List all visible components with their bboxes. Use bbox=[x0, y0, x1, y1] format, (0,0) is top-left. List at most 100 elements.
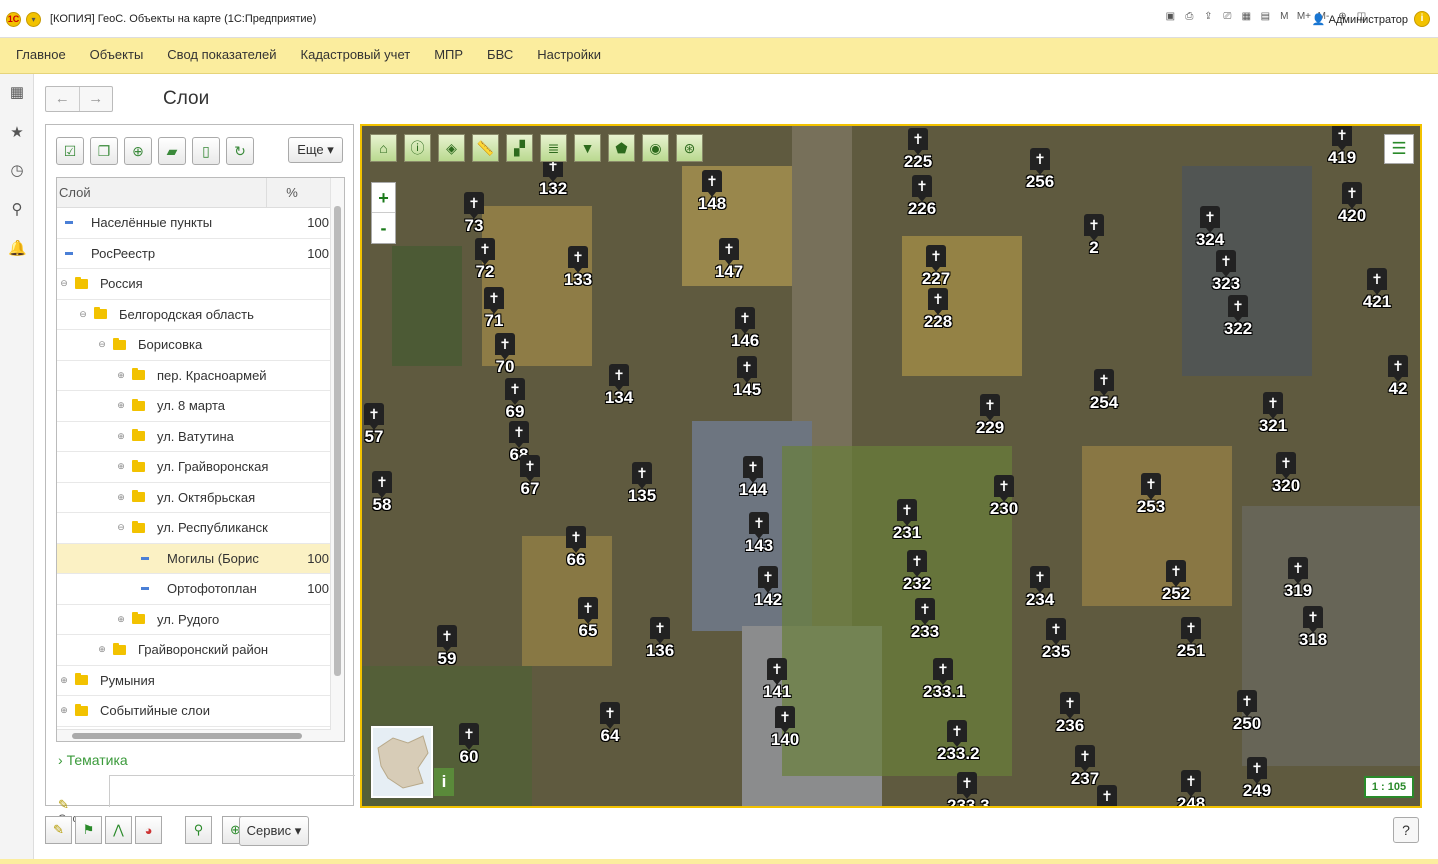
grave-marker[interactable]: ✝ 42 bbox=[1378, 355, 1418, 399]
grave-marker[interactable]: ✝ 58 bbox=[362, 471, 402, 515]
calculator-icon[interactable]: ▦ bbox=[1240, 11, 1253, 22]
grave-marker[interactable]: ✝ 234 bbox=[1020, 566, 1060, 610]
calendar-icon[interactable]: ▤ bbox=[1259, 11, 1272, 22]
area-ruler-icon[interactable]: ▞ bbox=[506, 134, 533, 162]
grave-marker[interactable]: ✝ 230 bbox=[984, 475, 1024, 519]
section-bvs[interactable]: БВС bbox=[475, 38, 525, 73]
upload-icon[interactable]: ⇪ bbox=[1202, 11, 1215, 22]
grave-marker[interactable]: ✝ 229 bbox=[970, 394, 1010, 438]
expand-icon[interactable]: ⊕ bbox=[116, 431, 126, 442]
overview-map[interactable] bbox=[371, 726, 433, 798]
grave-marker[interactable]: ✝ 256 bbox=[1020, 148, 1060, 192]
section-main[interactable]: Главное bbox=[4, 38, 78, 73]
grave-marker[interactable]: ✝ 69 bbox=[495, 378, 535, 422]
table-row[interactable]: ⊕ ул. Рудого bbox=[57, 605, 331, 635]
expand-icon[interactable]: ⊕ bbox=[59, 675, 69, 686]
grave-marker[interactable]: ✝ 419 bbox=[1322, 126, 1362, 168]
grave-marker[interactable]: ✝ 236 bbox=[1050, 692, 1090, 736]
grave-marker[interactable]: ✝ 66 bbox=[556, 526, 596, 570]
history-icon[interactable]: ◷ bbox=[8, 162, 26, 180]
table-row[interactable]: Населённые пункты 100 bbox=[57, 208, 331, 239]
grave-marker[interactable]: ✝ 60 bbox=[449, 723, 489, 767]
user-name[interactable]: 👤 Администратор bbox=[1312, 13, 1408, 26]
print-preview-icon[interactable]: ⎚ bbox=[1221, 11, 1234, 22]
grave-marker[interactable]: ✝ 321 bbox=[1253, 392, 1293, 436]
column-layer[interactable]: Слой bbox=[57, 178, 267, 207]
table-row[interactable]: ⊕ ул. Октябрьская bbox=[57, 483, 331, 513]
map-view[interactable]: ✝ 225 ✝ 256 ✝ 419 ✝ 226 ✝ 420 ✝ 148 ✝ 73 ✝ 132 ✝ 324 ✝ 72 ✝ 1… bbox=[360, 124, 1422, 808]
grave-marker[interactable]: ✝ 252 bbox=[1156, 560, 1196, 604]
grave-marker[interactable]: ✝ 147 bbox=[709, 238, 749, 282]
collapse-icon[interactable]: ⊖ bbox=[116, 522, 126, 533]
expand-icon[interactable]: ⊕ bbox=[116, 461, 126, 472]
grave-marker[interactable]: ✝ 67 bbox=[510, 455, 550, 499]
table-row[interactable]: ⊖ Россия bbox=[57, 269, 331, 300]
document-icon[interactable]: ▯ bbox=[192, 137, 220, 165]
grave-marker[interactable]: ✝ 225 bbox=[898, 128, 938, 172]
grave-marker[interactable]: ✝ 233 bbox=[905, 598, 945, 642]
apps-grid-icon[interactable]: ▦ bbox=[8, 84, 26, 102]
table-row[interactable]: ⊖ Борисовка bbox=[57, 330, 331, 361]
home-icon[interactable]: ⌂ bbox=[370, 134, 397, 162]
grave-marker[interactable]: ✝ 71 bbox=[474, 287, 514, 331]
grave-marker[interactable]: ✝238 bbox=[1087, 785, 1127, 806]
section-mpr[interactable]: МПР bbox=[422, 38, 475, 73]
grave-marker[interactable]: ✝ 254 bbox=[1084, 369, 1124, 413]
grave-marker[interactable]: ✝ 421 bbox=[1357, 268, 1397, 312]
grave-marker[interactable]: ✝ 143 bbox=[739, 512, 779, 556]
table-row[interactable]: ⊖ Белгородская область bbox=[57, 300, 331, 330]
horizontal-scroll-thumb[interactable] bbox=[72, 733, 302, 739]
grave-marker[interactable]: ✝ 226 bbox=[902, 175, 942, 219]
zoom-out-button[interactable]: - bbox=[372, 213, 395, 243]
grave-marker[interactable]: ✝ 231 bbox=[887, 499, 927, 543]
grave-marker[interactable]: ✝ 233.3 bbox=[947, 772, 990, 806]
grave-marker[interactable]: ✝ 72 bbox=[465, 238, 505, 282]
grave-marker[interactable]: ✝ 2 bbox=[1074, 214, 1114, 258]
grave-marker[interactable]: ✝ 73 bbox=[454, 192, 494, 236]
table-row[interactable]: Могилы (Борис 100 bbox=[57, 543, 331, 574]
grave-marker[interactable]: ✝ 250 bbox=[1227, 690, 1267, 734]
overview-info-button[interactable]: i bbox=[434, 768, 454, 796]
favorites-star-icon[interactable]: ★ bbox=[8, 124, 26, 142]
polygon-icon[interactable]: ⬟ bbox=[608, 134, 635, 162]
search-map-icon[interactable]: ⚲ bbox=[185, 816, 212, 844]
zoom-in-button[interactable]: + bbox=[372, 183, 395, 213]
column-percent[interactable]: % bbox=[267, 178, 317, 207]
expand-icon[interactable]: ⊕ bbox=[97, 644, 107, 655]
grave-marker[interactable]: ✝ 319 bbox=[1278, 557, 1318, 601]
table-row[interactable]: ⊕ Событийные слои bbox=[57, 696, 331, 727]
vertical-scroll-thumb[interactable] bbox=[334, 206, 341, 676]
grave-marker[interactable]: ✝ 232 bbox=[897, 550, 937, 594]
grave-marker[interactable]: ✝ 136 bbox=[640, 617, 680, 661]
search-icon[interactable]: ⚲ bbox=[8, 201, 26, 219]
expand-icon[interactable]: ⊕ bbox=[116, 614, 126, 625]
table-row[interactable]: ⊕ Румыния bbox=[57, 666, 331, 696]
info-icon[interactable]: i bbox=[1414, 11, 1430, 27]
route-icon[interactable]: ⋀ bbox=[105, 816, 132, 844]
print-icon[interactable]: ⎙ bbox=[1183, 11, 1196, 22]
grave-marker[interactable]: ✝ 324 bbox=[1190, 206, 1230, 250]
grave-marker[interactable]: ✝ 228 bbox=[918, 288, 958, 332]
forward-arrow-icon[interactable]: → bbox=[80, 87, 113, 111]
grave-marker[interactable]: ✝ 235 bbox=[1036, 618, 1076, 662]
expand-icon[interactable]: ⊕ bbox=[116, 370, 126, 381]
locate-user-icon[interactable]: ⊛ bbox=[676, 134, 703, 162]
copy-icon[interactable]: ❐ bbox=[90, 137, 118, 165]
grave-marker[interactable]: ✝ 134 bbox=[599, 364, 639, 408]
table-row[interactable]: ⊕ Грайворонский район bbox=[57, 635, 331, 666]
section-settings[interactable]: Настройки bbox=[525, 38, 613, 73]
grave-marker[interactable]: ✝ 322 bbox=[1218, 295, 1258, 339]
refresh-icon[interactable]: ↻ bbox=[226, 137, 254, 165]
map-info-icon[interactable]: ⓘ bbox=[404, 134, 431, 162]
themes-group[interactable]: › Тематика bbox=[58, 752, 128, 768]
table-row[interactable]: ⊕ ул. Ватутина bbox=[57, 422, 331, 452]
table-row[interactable]: РосРеестр 100 bbox=[57, 239, 331, 269]
grave-marker[interactable]: ✝ 233.1 bbox=[923, 658, 966, 702]
grave-marker[interactable]: ✝ 318 bbox=[1293, 606, 1333, 650]
grave-marker[interactable]: ✝ 237 bbox=[1065, 745, 1105, 789]
grave-marker[interactable]: ✝ 146 bbox=[725, 307, 765, 351]
grave-marker[interactable]: ✝ 420 bbox=[1332, 182, 1372, 226]
service-button[interactable]: Сервис ▾ bbox=[239, 816, 309, 846]
add-folder-icon[interactable]: ▰ bbox=[158, 137, 186, 165]
filter-list-icon[interactable]: ≣ bbox=[540, 134, 567, 162]
